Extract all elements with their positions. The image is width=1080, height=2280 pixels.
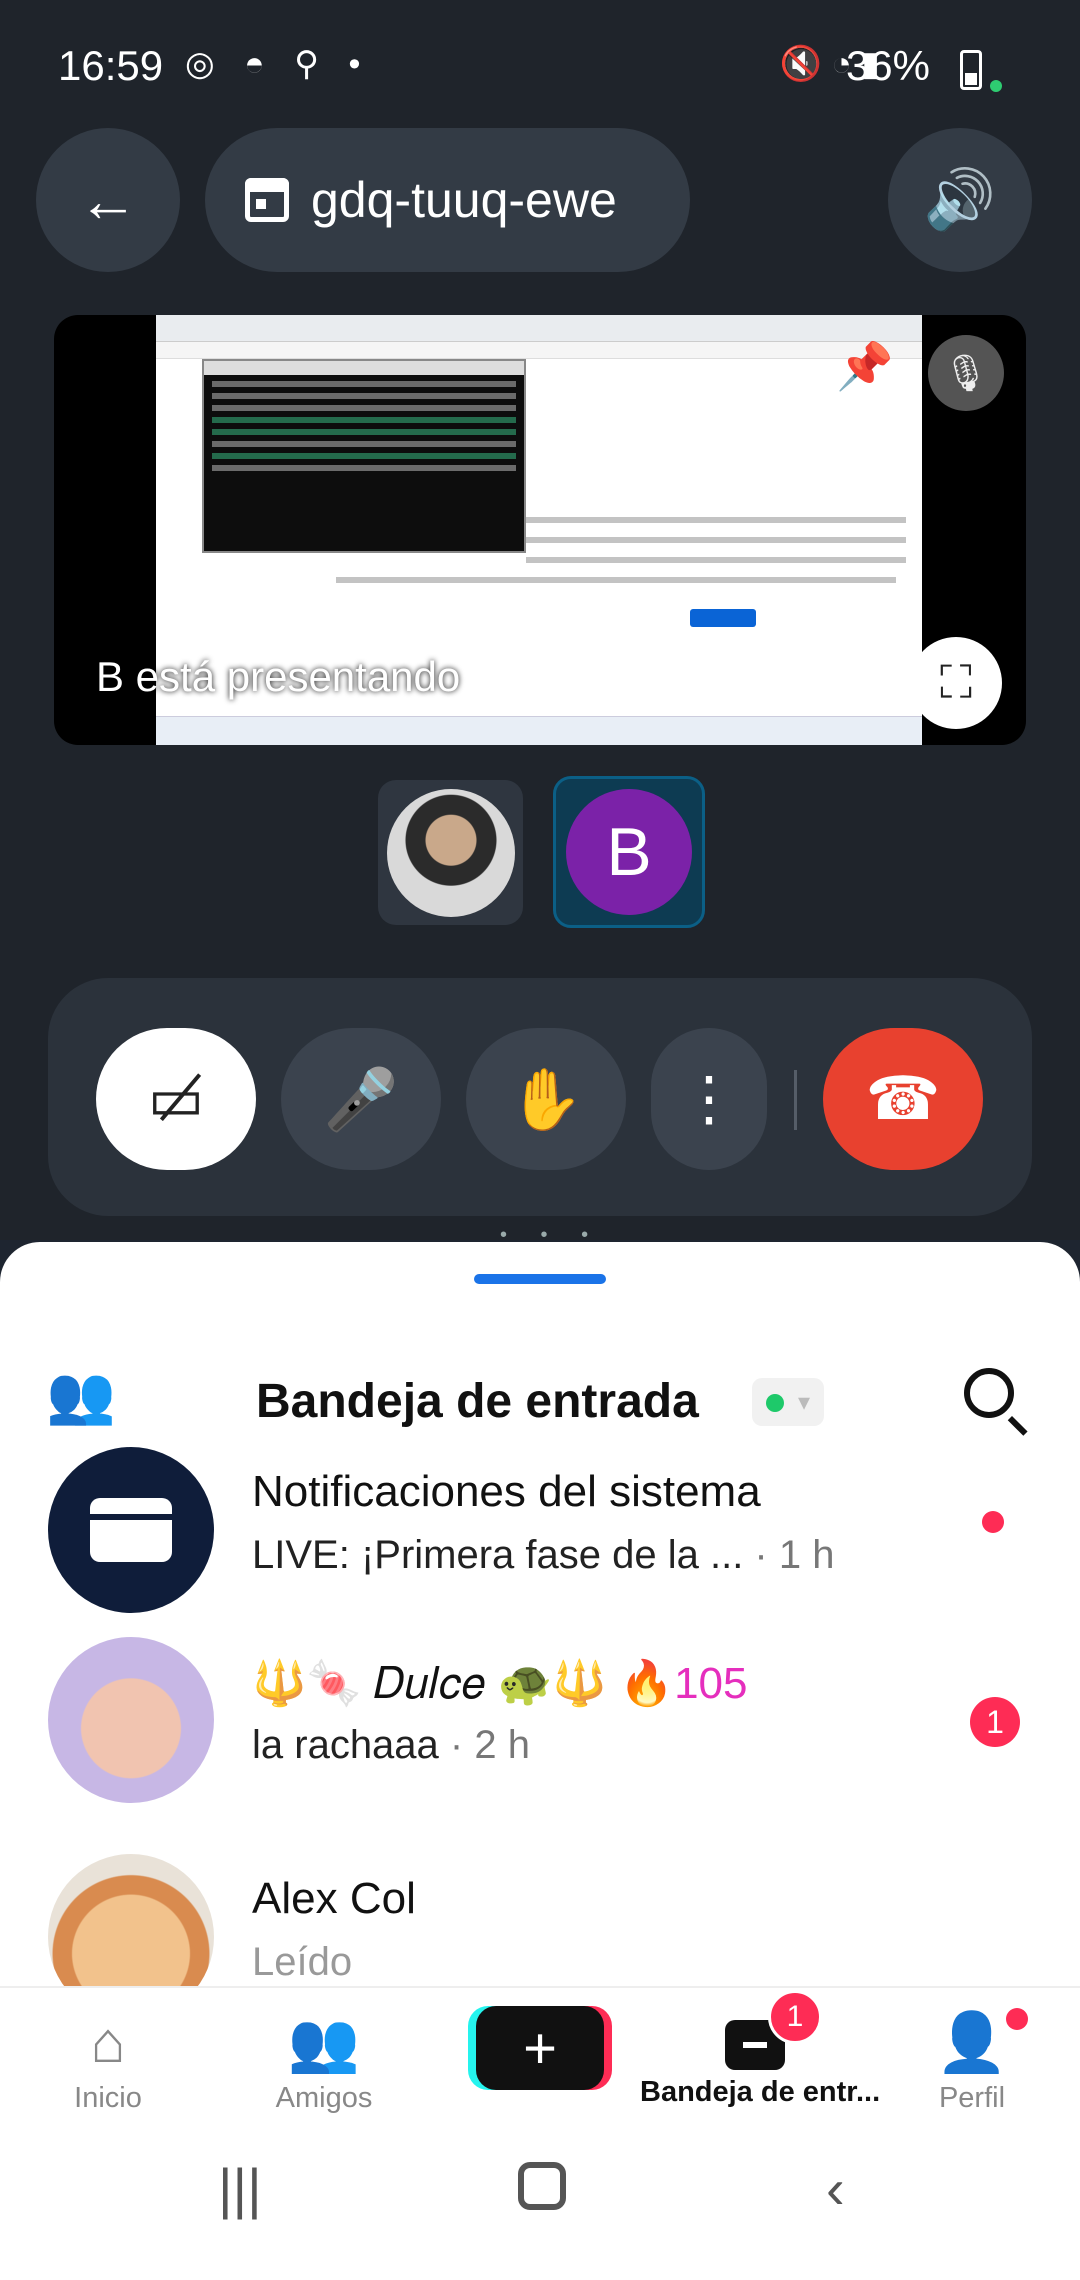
browser-tabs (156, 315, 922, 342)
conversation-name: 🔱🍬 𝐷𝑢𝑙𝑐𝑒 🐢🔱 🔥105 (252, 1659, 748, 1708)
back-nav-icon[interactable]: ‹ (826, 2156, 845, 2221)
windows-taskbar (156, 716, 922, 745)
mic-off-icon: 🎙 (928, 335, 1004, 411)
friends-icon: 👥 (287, 2010, 361, 2075)
inbox-badge: 1 (768, 1990, 822, 2044)
nav-perfil[interactable]: 👤 Perfil (872, 2008, 1072, 2115)
arrow-left-icon: ← (78, 166, 138, 234)
pin-icon[interactable]: 📌 (836, 339, 893, 394)
call-controls: ▭̸ 🎤 ✋ ⋮ ☎ (48, 978, 1032, 1216)
raise-hand-button[interactable]: ✋ (466, 1028, 626, 1170)
meeting-code: gdq-tuuq-ewe (311, 172, 617, 228)
status-time: 16:59 (58, 42, 164, 89)
mic-toggle-button[interactable]: 🎤 (281, 1028, 441, 1170)
end-call-button[interactable]: ☎ (823, 1028, 983, 1170)
hang-up-icon: ☎ (865, 1065, 941, 1132)
calendar-icon (245, 178, 289, 222)
contact-avatar (48, 1637, 214, 1803)
conversation-preview: Leído (252, 1940, 353, 1984)
participant-tile-self[interactable] (378, 780, 523, 925)
page-text-line (526, 557, 906, 563)
inbox-header: 👥 Bandeja de entrada ▾ (0, 1352, 1080, 1452)
inbox-item-system[interactable]: Notificaciones del sistema LIVE: ¡Primer… (0, 1447, 1080, 1647)
browser-url-bar (156, 342, 922, 359)
more-options-button[interactable]: ⋮ (651, 1028, 767, 1170)
status-bar: 16:59 ◎ ◓ ⚲ • 🔇 ◔ ▮ 36% (0, 0, 1080, 130)
profile-icon: 👤 (935, 2010, 1009, 2075)
fullscreen-icon: ⛶ (939, 656, 973, 708)
page-text-line (336, 577, 896, 583)
online-dot-icon (766, 1394, 784, 1412)
back-button[interactable]: ← (36, 128, 180, 272)
online-status-toggle[interactable]: ▾ (752, 1378, 824, 1426)
home-icon: ⌂ (90, 2010, 126, 2075)
hand-icon: ✋ (508, 1065, 584, 1133)
camera-toggle-button[interactable]: ▭̸ (96, 1028, 256, 1170)
streak-count: 🔥105 (619, 1659, 748, 1708)
fullscreen-button[interactable]: ⛶ (910, 637, 1002, 729)
speaker-button[interactable]: 🔊 (888, 128, 1032, 272)
page-text-line (526, 537, 906, 543)
unread-dot-icon (982, 1511, 1004, 1533)
sheet-drag-handle[interactable] (474, 1274, 606, 1284)
microphone-icon: 🎤 (323, 1065, 399, 1133)
battery-percent: 36% (845, 42, 930, 89)
page-text-line (526, 517, 906, 523)
screen-share-tile[interactable]: 📌 🎙 B está presentando ⛶ (54, 315, 1026, 745)
retry-button (690, 609, 756, 627)
camera-indicator-icon (990, 80, 1002, 92)
participant-tile-b[interactable]: B (553, 776, 705, 928)
speaker-icon: 🔊 (923, 167, 997, 232)
conversation-preview: la rachaaa · 2 h (252, 1723, 530, 1767)
home-button-icon[interactable] (518, 2162, 566, 2210)
nav-amigos[interactable]: 👥 Amigos (224, 2010, 424, 2115)
meeting-code-pill[interactable]: gdq-tuuq-ewe (205, 128, 690, 272)
profile-notification-dot (1006, 2008, 1028, 2030)
notification-icons: ◎ ◓ ⚲ • (185, 45, 371, 83)
conversation-preview: LIVE: ¡Primera fase de la ... · 1 h (252, 1533, 835, 1577)
nav-inicio[interactable]: ⌂ Inicio (8, 2010, 208, 2115)
plus-icon: + (523, 2015, 557, 2081)
terminal-window (202, 359, 526, 553)
system-navigation-bar: ||| ‹ (0, 2116, 1080, 2280)
search-icon[interactable] (964, 1368, 1014, 1418)
caret-down-icon: ▾ (798, 1389, 811, 1416)
add-friend-icon[interactable]: 👥 (46, 1362, 116, 1428)
more-vertical-icon: ⋮ (679, 1065, 739, 1132)
recents-icon[interactable]: ||| (218, 2156, 262, 2221)
inbox-item-dulce[interactable]: 🔱🍬 𝐷𝑢𝑙𝑐𝑒 🐢🔱 🔥105 la rachaaa · 2 h 1 (0, 1637, 1080, 1837)
controls-divider (794, 1070, 797, 1130)
camera-off-icon: ▭̸ (147, 1065, 205, 1132)
presenting-label: B está presentando (96, 653, 461, 700)
inbox-title: Bandeja de entrada (256, 1375, 699, 1428)
battery-icon (960, 50, 982, 90)
conversation-name: Notificaciones del sistema (252, 1467, 761, 1516)
participant-avatar (386, 788, 515, 917)
nav-inbox[interactable]: 1 Bandeja de entr... (640, 1990, 880, 2109)
create-button[interactable]: + (476, 2006, 604, 2090)
inbox-box-icon (90, 1498, 172, 1562)
participant-initial-avatar: B (566, 789, 692, 915)
conversation-name: Alex Col (252, 1874, 416, 1923)
system-notifications-avatar (48, 1447, 214, 1613)
unread-count-badge: 1 (970, 1697, 1020, 1747)
